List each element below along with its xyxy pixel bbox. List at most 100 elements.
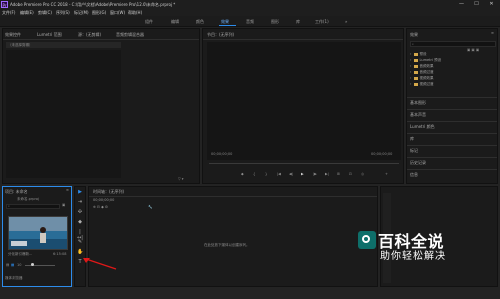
panel-menu-icon[interactable]: ≡ bbox=[66, 188, 69, 192]
workspace-audio[interactable]: 音频 bbox=[246, 19, 254, 25]
timeline-drop-area[interactable] bbox=[159, 209, 375, 285]
zoom-slider-handle[interactable] bbox=[31, 263, 34, 266]
close-button[interactable]: ✕ bbox=[485, 1, 498, 8]
play-icon[interactable]: ▶ bbox=[301, 172, 304, 176]
effects-folder-lumetri-presets[interactable]: › Lumetri 预设 bbox=[410, 58, 441, 63]
arrow-line bbox=[85, 258, 117, 270]
panel-divider bbox=[89, 196, 377, 197]
folder-icon bbox=[413, 52, 418, 56]
new-bin-icon[interactable]: ▣ bbox=[62, 203, 65, 207]
icon-view-icon[interactable]: ▦ bbox=[11, 263, 14, 267]
effects-folder-video-effects[interactable]: › 视频效果 bbox=[410, 76, 434, 81]
slip-tool-icon[interactable]: |↔| bbox=[77, 229, 83, 241]
maximize-button[interactable]: ☐ bbox=[470, 1, 483, 8]
essential-sound-section[interactable]: 基本声音 bbox=[410, 112, 426, 118]
step-back-icon[interactable]: ◀| bbox=[289, 172, 293, 176]
timeline-empty-message: 在此处放下媒体以创建序列。 bbox=[204, 243, 250, 247]
folder-label: 视频过渡 bbox=[419, 82, 434, 86]
extract-icon[interactable]: ⊡ bbox=[349, 172, 352, 176]
clip-name: 分化新引爆新... bbox=[8, 252, 33, 256]
effect-controls-area bbox=[6, 50, 121, 178]
timeline-timecode[interactable]: 00;00;00;00 bbox=[93, 198, 114, 202]
workspace-editing[interactable]: 编辑 bbox=[171, 19, 179, 25]
mark-in-icon[interactable]: { bbox=[253, 172, 255, 176]
program-monitor-panel: 节目：(无序列) 00;00;00;00 00;00;00;00 ◆ { } |… bbox=[202, 28, 404, 184]
source-panel: 效果控件 Lumetri 范围 源：(无剪辑) 音频剪辑混合器 （未选择剪辑） … bbox=[2, 28, 200, 184]
info-section[interactable]: 信息 bbox=[410, 172, 418, 178]
panel-menu-icon[interactable]: ≡ bbox=[491, 31, 494, 35]
zoom-value: 10 bbox=[17, 263, 22, 267]
project-panel-title: 项目: 未命名 bbox=[5, 189, 28, 194]
razor-tool-icon[interactable]: ◆ bbox=[77, 219, 83, 225]
effects-folder-presets[interactable]: › 预设 bbox=[410, 52, 427, 57]
go-to-in-icon[interactable]: |◀ bbox=[277, 172, 281, 176]
effects-filter-icons[interactable]: ▣ ▣ ▣ bbox=[467, 48, 479, 52]
folder-icon bbox=[413, 70, 418, 74]
panel-divider bbox=[407, 145, 497, 146]
title-bar: Pr Adobe Premiere Pro CC 2018 - C:\用户\文档… bbox=[0, 0, 500, 9]
workspace-bar: 组件 编辑 颜色 效果 音频 图形 库 工作(1) » bbox=[0, 16, 500, 27]
ripple-edit-tool-icon[interactable]: ✣ bbox=[77, 209, 83, 215]
clip-selector[interactable]: （未选择剪辑） bbox=[6, 42, 121, 48]
program-monitor-title: 节目：(无序列) bbox=[207, 32, 235, 37]
effects-search-input[interactable]: ⌕ bbox=[410, 41, 496, 47]
wrench-icon[interactable]: 🔧 bbox=[148, 205, 152, 209]
clip-thumbnail[interactable] bbox=[8, 216, 68, 250]
menu-bar: 文件(F) 编辑(E) 剪辑(C) 序列(S) 标记(M) 图形(G) 窗口(W… bbox=[0, 9, 500, 16]
clip-thumbnail-image bbox=[9, 217, 67, 249]
selection-tool-icon[interactable]: ▶ bbox=[77, 189, 83, 195]
workspace-graphics[interactable]: 图形 bbox=[271, 19, 279, 25]
media-browser-tab[interactable]: 媒体浏览器 bbox=[5, 276, 23, 281]
list-view-icon[interactable]: ▤ bbox=[6, 263, 9, 267]
workspace-active-indicator bbox=[219, 25, 236, 26]
libraries-section[interactable]: 库 bbox=[410, 136, 414, 142]
markers-section[interactable]: 标记 bbox=[410, 148, 418, 154]
workspace-assembly[interactable]: 组件 bbox=[145, 19, 153, 25]
panel-divider bbox=[407, 133, 497, 134]
lumetri-color-section[interactable]: Lumetri 颜色 bbox=[410, 124, 435, 130]
add-marker-icon[interactable]: ◆ bbox=[241, 172, 244, 176]
clip-duration: 6:15:08 bbox=[53, 252, 67, 256]
panel-divider bbox=[203, 39, 403, 40]
annotation-arrow bbox=[83, 258, 117, 270]
go-to-out-icon[interactable]: ▶| bbox=[325, 172, 329, 176]
step-forward-icon[interactable]: |▶ bbox=[313, 172, 317, 176]
timeline-toolbar-icons[interactable]: ⊕ ⊟ ◆ ⚙ bbox=[93, 205, 108, 209]
effects-folder-audio-transitions[interactable]: › 音频过渡 bbox=[410, 70, 434, 75]
program-video-area[interactable] bbox=[207, 42, 401, 160]
minimize-button[interactable]: — bbox=[455, 1, 468, 8]
tab-source[interactable]: 源：(无剪辑) bbox=[78, 32, 101, 38]
folder-label: 音频过渡 bbox=[419, 70, 434, 74]
essential-graphics-section[interactable]: 基本图形 bbox=[410, 100, 426, 106]
project-file-name: 未命名.prproj bbox=[17, 197, 39, 201]
filter-icon[interactable]: ▽ ▾ bbox=[178, 177, 184, 181]
project-search-input[interactable]: ⌕ bbox=[6, 204, 60, 209]
folder-label: 音频效果 bbox=[419, 64, 434, 68]
zoom-slider[interactable] bbox=[25, 265, 55, 266]
program-timecode-right: 00;00;00;00 bbox=[371, 152, 393, 156]
folder-icon bbox=[413, 82, 418, 86]
lift-icon[interactable]: ⊞ bbox=[337, 172, 340, 176]
tab-effect-controls[interactable]: 效果控件 bbox=[5, 32, 21, 38]
pen-tool-icon[interactable]: ✎ bbox=[77, 239, 83, 245]
effects-folder-video-transitions[interactable]: › 视频过渡 bbox=[410, 82, 434, 87]
workspace-color[interactable]: 颜色 bbox=[196, 19, 204, 25]
workspace-libraries[interactable]: 库 bbox=[296, 19, 300, 25]
button-editor-icon[interactable]: + bbox=[385, 172, 388, 176]
tab-lumetri-scopes[interactable]: Lumetri 范围 bbox=[37, 32, 62, 38]
history-section[interactable]: 历史记录 bbox=[410, 160, 426, 166]
effects-panel-title: 效果 bbox=[410, 32, 418, 37]
folder-label: Lumetri 预设 bbox=[419, 58, 442, 62]
effects-folder-audio-effects[interactable]: › 音频效果 bbox=[410, 64, 434, 69]
watermark-subtitle: 助你轻松解决 bbox=[380, 251, 446, 262]
program-timecode-left[interactable]: 00;00;00;00 bbox=[211, 152, 232, 156]
search-icon: ⌕ bbox=[412, 42, 414, 46]
workspace-custom[interactable]: 工作(1) bbox=[315, 19, 329, 25]
tab-audio-clip-mixer[interactable]: 音频剪辑混合器 bbox=[116, 32, 144, 38]
mark-out-icon[interactable]: } bbox=[265, 172, 267, 176]
premiere-app-icon: Pr bbox=[1, 1, 8, 8]
track-select-tool-icon[interactable]: ⇥ bbox=[77, 199, 83, 205]
export-frame-icon[interactable]: ◎ bbox=[361, 172, 364, 176]
workspace-more-icon[interactable]: » bbox=[345, 19, 347, 24]
program-scrubber[interactable] bbox=[209, 163, 399, 164]
